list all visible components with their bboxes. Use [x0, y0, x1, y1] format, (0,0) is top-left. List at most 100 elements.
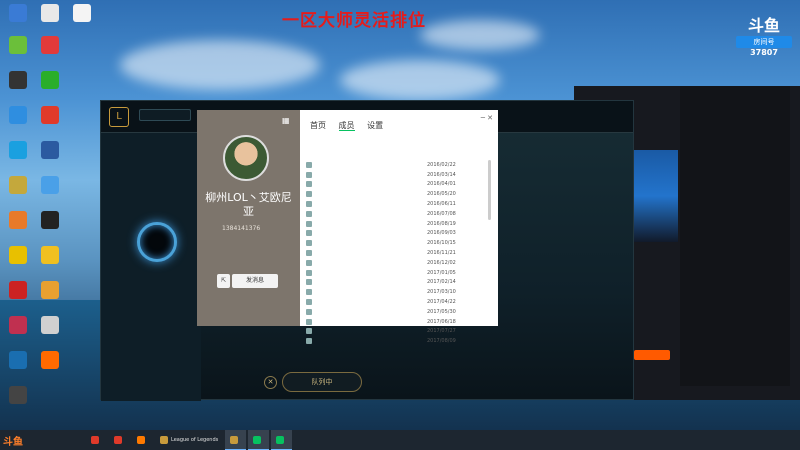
desktop-icon[interactable] [2, 386, 34, 405]
desktop-icon[interactable] [34, 211, 66, 230]
table-row[interactable]: 2017/04/22 [306, 297, 486, 307]
tab-members[interactable]: 成员 [338, 121, 355, 131]
taskbar-item[interactable] [271, 430, 293, 450]
window-controls[interactable]: ─ ✕ [481, 114, 493, 122]
qr-icon[interactable]: ▦ [282, 116, 290, 125]
desktop-icon[interactable] [2, 36, 34, 55]
taskbar-item[interactable]: League of Legends [155, 430, 223, 450]
go-live-button[interactable] [634, 350, 670, 360]
desktop-icon[interactable] [2, 211, 34, 230]
cloud [340, 60, 500, 100]
taskbar-item[interactable] [86, 430, 107, 450]
taskbar-app-icon [230, 435, 239, 444]
desktop-icon[interactable] [34, 106, 66, 125]
tab-home[interactable]: 首页 [310, 121, 326, 130]
app-icon [41, 211, 59, 229]
send-message-button[interactable]: 发消息 [232, 274, 278, 288]
desktop-icon[interactable] [2, 316, 34, 335]
table-row[interactable]: 2017/01/05 [306, 268, 486, 278]
app-icon [9, 316, 27, 334]
cancel-queue-button[interactable]: ✕ [264, 376, 277, 389]
desktop-icon[interactable] [34, 141, 66, 160]
table-cell: 2016/08/19 [427, 220, 456, 227]
desktop-icon[interactable] [2, 246, 34, 265]
table-row[interactable]: 2016/02/22 [306, 160, 486, 170]
member-avatar [306, 308, 312, 315]
stream-banner: 一区大师灵活排位 [282, 11, 426, 31]
table-row[interactable]: 2017/03/10 [306, 287, 486, 297]
avatar [223, 135, 269, 181]
app-icon [9, 36, 27, 54]
desktop-icon[interactable] [34, 4, 66, 23]
table-cell: 2017/05/30 [427, 308, 456, 315]
table-row[interactable]: 2016/05/20 [306, 189, 486, 199]
lol-logo-icon[interactable]: L [109, 107, 129, 127]
douyu-logo: 斗鱼 房间号 37807 [736, 12, 792, 57]
desktop-icon[interactable] [34, 246, 66, 265]
desktop-icon[interactable] [2, 71, 34, 90]
app-icon [41, 351, 59, 369]
taskbar-item[interactable] [225, 430, 247, 450]
table-row[interactable]: 2016/10/15 [306, 238, 486, 248]
desktop-icon[interactable] [2, 106, 34, 125]
table-row[interactable]: 2016/11/21 [306, 248, 486, 258]
table-row[interactable]: 2017/02/14 [306, 278, 486, 288]
app-icon [9, 71, 27, 89]
table-row[interactable]: 2016/12/02 [306, 258, 486, 268]
table-row[interactable]: 2016/06/11 [306, 199, 486, 209]
portal-icon [137, 222, 177, 262]
share-icon[interactable]: ⇱ [217, 274, 230, 288]
table-cell: 2016/12/02 [427, 259, 456, 266]
douyu-logo-text: 斗鱼 [747, 16, 780, 35]
member-avatar [306, 220, 312, 227]
table-row[interactable]: 2016/09/03 [306, 229, 486, 239]
member-avatar [306, 328, 312, 335]
member-avatar [306, 210, 312, 217]
table-cell: 2016/05/20 [427, 191, 456, 198]
table-cell: 2016/10/15 [427, 240, 456, 247]
app-icon [9, 176, 27, 194]
table-row[interactable]: 2017/08/09 [306, 336, 486, 346]
table-row[interactable]: 2017/06/18 [306, 317, 486, 327]
queue-status-button[interactable]: 队列中 [282, 372, 362, 392]
table-row[interactable]: 2017/07/27 [306, 327, 486, 337]
desktop-icon[interactable] [2, 351, 34, 370]
desktop-icon[interactable] [2, 4, 34, 23]
table-row[interactable]: 2017/05/30 [306, 307, 486, 317]
desktop-icon[interactable] [34, 281, 66, 300]
taskbar-app-icon [253, 435, 262, 444]
member-table: 2016/02/22 2016/03/14 2016/04/01 2016/05/20… [306, 160, 486, 346]
taskbar-item[interactable] [248, 430, 270, 450]
member-avatar [306, 259, 312, 266]
member-avatar [306, 161, 312, 168]
desktop-icon[interactable] [34, 71, 66, 90]
desktop-icon[interactable] [34, 351, 66, 370]
desktop-icon[interactable] [2, 176, 34, 195]
desktop-icon[interactable] [34, 176, 66, 195]
desktop-icon[interactable] [2, 281, 34, 300]
table-row[interactable]: 2016/04/01 [306, 180, 486, 190]
member-avatar [306, 318, 312, 325]
play-button[interactable] [139, 109, 191, 121]
start-button[interactable]: 斗鱼 [0, 430, 26, 450]
table-row[interactable]: 2016/08/19 [306, 219, 486, 229]
scrollbar[interactable] [488, 160, 491, 220]
table-cell: 2016/04/01 [427, 181, 456, 188]
taskbar-app-icon [114, 436, 122, 444]
app-icon [41, 246, 59, 264]
table-cell: 2016/06/11 [427, 201, 456, 208]
client-sidebar [101, 133, 201, 401]
app-icon [9, 141, 27, 159]
taskbar-item[interactable] [132, 430, 153, 450]
tab-settings[interactable]: 设置 [367, 121, 383, 130]
desktop-icon[interactable] [34, 316, 66, 335]
table-row[interactable]: 2016/03/14 [306, 170, 486, 180]
member-avatar [306, 240, 312, 247]
table-cell: 2017/03/10 [427, 289, 456, 296]
app-icon [41, 71, 59, 89]
table-row[interactable]: 2016/07/08 [306, 209, 486, 219]
taskbar-item[interactable] [109, 430, 130, 450]
desktop-icon[interactable] [34, 36, 66, 55]
desktop-icon[interactable] [66, 4, 98, 23]
desktop-icon[interactable] [2, 141, 34, 160]
